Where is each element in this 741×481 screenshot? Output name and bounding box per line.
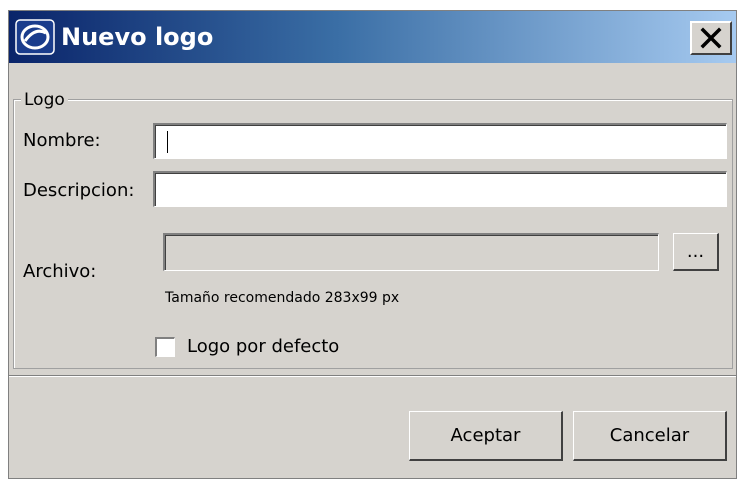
cancel-button-label: Cancelar — [609, 425, 690, 446]
close-icon — [700, 27, 722, 49]
title-bar[interactable]: Nuevo logo — [9, 11, 736, 63]
nombre-label: Nombre: — [23, 130, 101, 151]
descripcion-label: Descripcion: — [23, 180, 135, 201]
dialog-window: Nuevo logo Logo Nombre: Descripcion: Arc… — [8, 10, 737, 479]
archivo-label: Archivo: — [23, 261, 97, 282]
text-caret — [167, 131, 168, 153]
browse-button-label: ... — [686, 241, 705, 262]
browse-button[interactable]: ... — [673, 233, 719, 271]
default-logo-label[interactable]: Logo por defecto — [187, 336, 339, 358]
bottom-separator — [9, 375, 736, 377]
default-logo-checkbox[interactable] — [155, 337, 175, 357]
window-title: Nuevo logo — [61, 23, 214, 51]
app-logo-icon — [15, 19, 55, 55]
archivo-input — [163, 233, 659, 271]
close-button[interactable] — [690, 21, 732, 55]
descripcion-input[interactable] — [153, 171, 727, 207]
accept-button[interactable]: Aceptar — [409, 411, 563, 461]
cancel-button[interactable]: Cancelar — [573, 411, 727, 461]
group-legend: Logo — [21, 91, 68, 109]
size-hint: Tamaño recomendado 283x99 px — [165, 290, 400, 306]
nombre-input[interactable] — [153, 123, 727, 159]
accept-button-label: Aceptar — [450, 425, 521, 446]
